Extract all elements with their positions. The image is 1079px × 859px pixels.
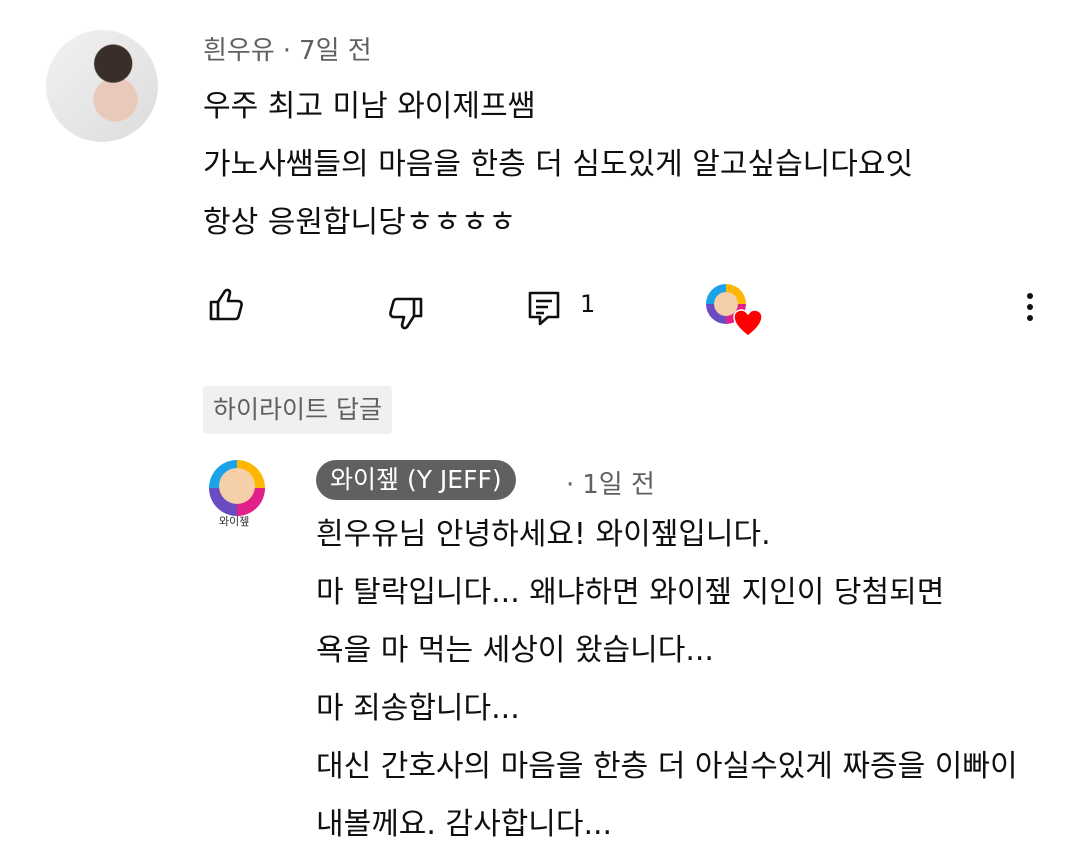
reply-line: 대신 간호사의 마음을 한층 더 아실수있게 짜증을 이빠이 [316, 749, 1018, 784]
reply-line: 마 죄송합니다... [316, 691, 520, 726]
creator-heart [706, 284, 764, 338]
comment-line: 우주 최고 미남 와이제프쌤 [203, 89, 536, 124]
reply-author-pill[interactable]: 와이젶 (Y JEFF) [316, 460, 516, 500]
reply-author-avatar[interactable] [209, 460, 265, 516]
thumb-up-icon [209, 288, 243, 321]
reply-line: 욕을 마 먹는 세상이 왔습니다... [316, 633, 714, 668]
comment-line: 항상 응원합니당ㅎㅎㅎㅎ [203, 205, 517, 240]
commenter-avatar[interactable] [46, 30, 158, 142]
reply-line: 마 탈락입니다... 왜냐하면 와이젶 지인이 당첨되면 [316, 575, 945, 610]
more-vert-icon [1012, 293, 1048, 321]
meta-separator: · [282, 36, 292, 66]
thumb-down-icon [389, 297, 423, 330]
comment-author[interactable]: 흰우유 [203, 36, 275, 66]
heart-icon [733, 309, 763, 337]
comment-line: 가노사쌤들의 마음을 한층 더 심도있게 알고싶습니다요잇 [203, 147, 914, 182]
dislike-button[interactable] [384, 291, 428, 335]
comment-meta: 흰우유 · 7일 전 [203, 30, 372, 67]
reply-body: 흰우유님 안녕하세요! 와이젶입니다. 마 탈락입니다... 왜냐하면 와이젶 … [316, 506, 1018, 854]
comment-time[interactable]: 7일 전 [299, 36, 372, 66]
reply-line: 흰우유님 안녕하세요! 와이젶입니다. [316, 517, 771, 552]
reply-meta: · 1일 전 [566, 464, 655, 501]
reply-count[interactable]: 1 [580, 290, 595, 318]
avatar-caption: 와이젶 [219, 515, 250, 528]
comment-icon [528, 291, 560, 326]
reply-time[interactable]: 1일 전 [582, 470, 655, 500]
reply-button[interactable] [522, 286, 566, 330]
reply-line: 내볼께요. 감사합니다... [316, 807, 613, 842]
more-options-button[interactable] [1012, 288, 1048, 328]
meta-separator: · [566, 470, 575, 500]
highlight-reply-badge: 하이라이트 답글 [203, 386, 392, 434]
like-button[interactable] [204, 283, 248, 327]
comment-body: 우주 최고 미남 와이제프쌤 가노사쌤들의 마음을 한층 더 심도있게 알고싶습… [203, 78, 913, 252]
